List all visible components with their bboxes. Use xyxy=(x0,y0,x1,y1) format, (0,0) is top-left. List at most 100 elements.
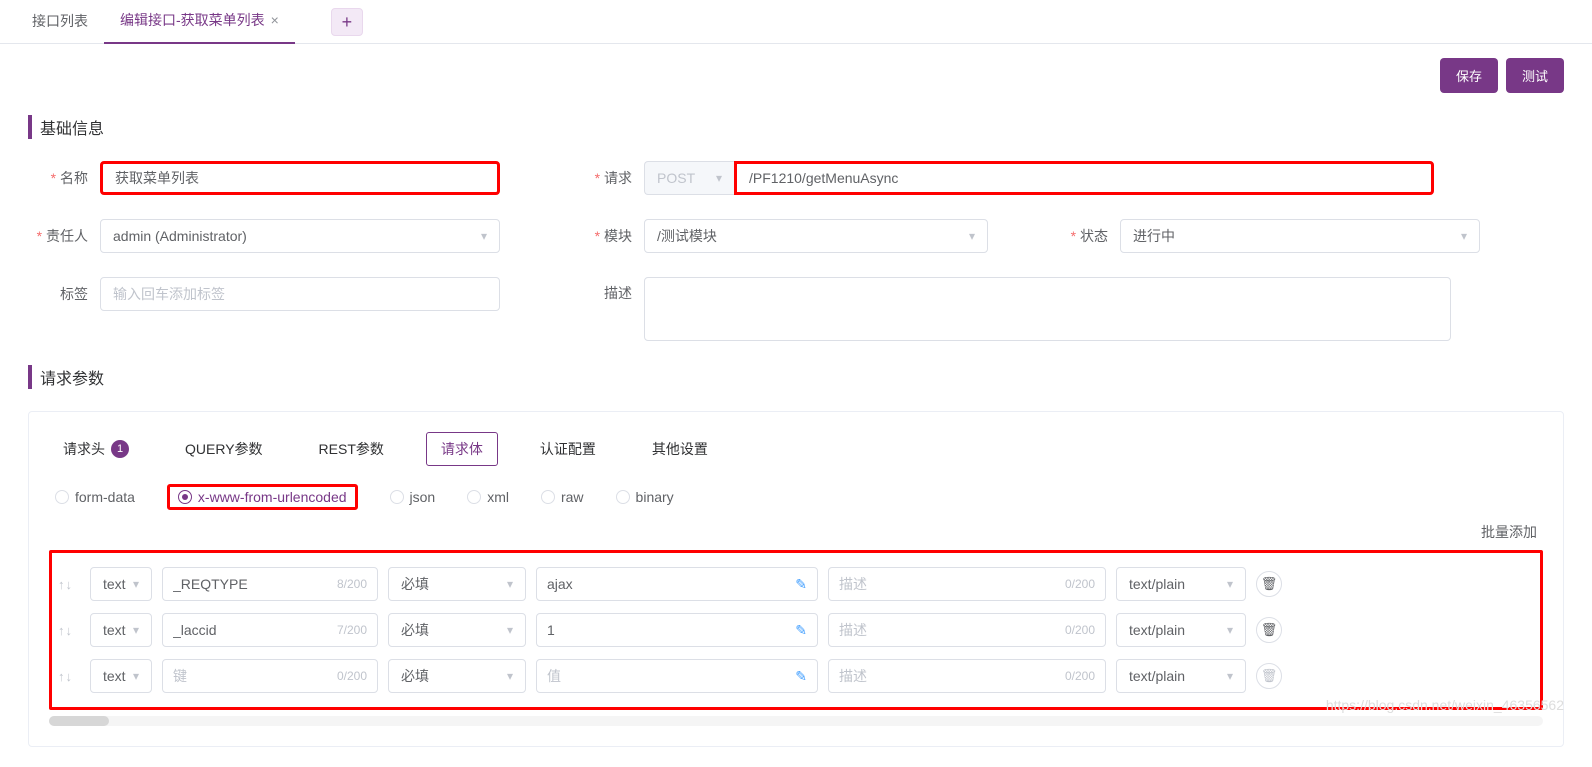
name-input[interactable] xyxy=(100,161,500,195)
module-value: /测试模块 xyxy=(657,226,717,246)
key-counter: 7/200 xyxy=(337,623,367,637)
param-desc-wrap: 0/200 xyxy=(828,659,1106,693)
save-button[interactable]: 保存 xyxy=(1440,58,1498,93)
param-desc-input[interactable] xyxy=(839,622,1065,638)
tab-edit-api[interactable]: 编辑接口-获取菜单列表 × xyxy=(104,0,295,44)
section-request-params: 请求参数 xyxy=(28,365,1564,389)
path-input[interactable] xyxy=(734,161,1434,195)
section-basic-info: 基础信息 xyxy=(28,115,1564,139)
subtab-query[interactable]: QUERY参数 xyxy=(171,433,277,465)
sort-handle[interactable]: ↑↓ xyxy=(58,577,80,592)
param-required-select[interactable]: 必填▾ xyxy=(388,659,526,693)
ct-value: text/plain xyxy=(1129,668,1185,684)
radio-xml[interactable]: xml xyxy=(467,489,509,505)
chevron-down-icon: ▾ xyxy=(507,577,513,591)
subtab-auth[interactable]: 认证配置 xyxy=(526,433,610,465)
scrollbar-thumb[interactable] xyxy=(49,716,109,726)
delete-row-button[interactable]: 🗑 xyxy=(1256,571,1282,597)
batch-add-link[interactable]: 批量添加 xyxy=(49,522,1543,550)
subtab-other[interactable]: 其他设置 xyxy=(638,433,722,465)
param-value-input[interactable] xyxy=(547,622,789,638)
radio-circle-icon xyxy=(55,490,69,504)
param-type-select[interactable]: text▾ xyxy=(90,659,152,693)
label-request: 请求 xyxy=(572,168,644,188)
radio-label: x-www-from-urlencoded xyxy=(198,489,347,505)
status-value: 进行中 xyxy=(1133,226,1175,246)
body-type-radios: form-data x-www-from-urlencoded json xml… xyxy=(49,478,1543,522)
status-select[interactable]: 进行中 ▾ xyxy=(1120,219,1480,253)
param-desc-wrap: 0/200 xyxy=(828,567,1106,601)
chevron-down-icon: ▾ xyxy=(481,229,487,243)
module-select[interactable]: /测试模块 ▾ xyxy=(644,219,988,253)
chevron-down-icon: ▾ xyxy=(133,669,139,683)
delete-row-button[interactable]: 🗑 xyxy=(1256,617,1282,643)
close-icon[interactable]: × xyxy=(271,12,279,28)
param-required-select[interactable]: 必填▾ xyxy=(388,613,526,647)
top-tabs: 接口列表 编辑接口-获取菜单列表 × + xyxy=(0,0,1592,44)
param-key-input[interactable] xyxy=(173,622,337,638)
subtab-label: 请求头 xyxy=(63,439,105,459)
content-type-select[interactable]: text/plain ▾ xyxy=(1116,659,1246,693)
method-value: POST xyxy=(657,170,695,186)
owner-value: admin (Administrator) xyxy=(113,228,247,244)
desc-counter: 0/200 xyxy=(1065,669,1095,683)
key-counter: 0/200 xyxy=(337,669,367,683)
content-type-select[interactable]: text/plain▾ xyxy=(1116,613,1246,647)
subtab-rest[interactable]: REST参数 xyxy=(305,433,398,465)
tab-label: 接口列表 xyxy=(32,11,88,31)
required-value: 必填 xyxy=(401,666,429,686)
param-row: ↑↓text▾8/200必填▾✎0/200text/plain▾🗑 xyxy=(58,561,1534,607)
tab-api-list[interactable]: 接口列表 xyxy=(16,1,104,43)
add-tab-button[interactable]: + xyxy=(331,8,363,36)
param-value-wrap: ✎ xyxy=(536,613,818,647)
param-key-wrap: 8/200 xyxy=(162,567,378,601)
radio-urlencoded[interactable]: x-www-from-urlencoded xyxy=(178,489,347,505)
edit-icon[interactable]: ✎ xyxy=(789,622,807,639)
subtab-headers[interactable]: 请求头 1 xyxy=(49,433,143,465)
scrollbar[interactable] xyxy=(49,716,1543,726)
param-value-wrap: ✎ xyxy=(536,567,818,601)
chevron-down-icon: ▾ xyxy=(716,171,722,185)
radio-label: binary xyxy=(636,489,674,505)
desc-counter: 0/200 xyxy=(1065,577,1095,591)
method-select[interactable]: POST ▾ xyxy=(644,161,734,195)
radio-binary[interactable]: binary xyxy=(616,489,674,505)
param-required-select[interactable]: 必填▾ xyxy=(388,567,526,601)
type-value: text xyxy=(103,622,126,638)
radio-raw[interactable]: raw xyxy=(541,489,584,505)
owner-select[interactable]: admin (Administrator) ▾ xyxy=(100,219,500,253)
chevron-down-icon: ▾ xyxy=(1227,669,1233,683)
radio-json[interactable]: json xyxy=(390,489,436,505)
key-counter: 8/200 xyxy=(337,577,367,591)
param-key-wrap: 0/200 xyxy=(162,659,378,693)
param-subtabs: 请求头 1 QUERY参数 REST参数 请求体 认证配置 其他设置 xyxy=(49,422,1543,478)
param-desc-input[interactable] xyxy=(839,576,1065,592)
param-value-input[interactable] xyxy=(547,668,789,684)
param-type-select[interactable]: text ▾ xyxy=(90,613,152,647)
header-count-badge: 1 xyxy=(111,440,129,458)
param-key-wrap: 7/200 xyxy=(162,613,378,647)
edit-icon[interactable]: ✎ xyxy=(789,668,807,685)
param-desc-input[interactable] xyxy=(839,668,1065,684)
radio-formdata[interactable]: form-data xyxy=(55,489,135,505)
param-key-input[interactable] xyxy=(173,576,337,592)
edit-icon[interactable]: ✎ xyxy=(789,576,807,593)
param-row: ↑↓text▾0/200必填▾✎0/200text/plain▾🗑 xyxy=(58,653,1534,699)
tags-input[interactable] xyxy=(100,277,500,311)
desc-counter: 0/200 xyxy=(1065,623,1095,637)
ct-value: text/plain xyxy=(1129,576,1185,592)
param-type-select[interactable]: text▾ xyxy=(90,567,152,601)
chevron-down-icon: ▾ xyxy=(969,229,975,243)
content-type-select[interactable]: text/plain▾ xyxy=(1116,567,1246,601)
subtab-body[interactable]: 请求体 xyxy=(426,432,498,466)
test-button[interactable]: 测试 xyxy=(1506,58,1564,93)
desc-textarea[interactable] xyxy=(644,277,1451,341)
sort-handle[interactable]: ↑↓ xyxy=(58,669,80,684)
chevron-down-icon: ▾ xyxy=(133,577,139,591)
sort-handle[interactable]: ↑↓ xyxy=(58,623,80,638)
chevron-down-icon: ▾ xyxy=(133,623,139,637)
tab-label: 编辑接口-获取菜单列表 xyxy=(120,10,265,30)
param-key-input[interactable] xyxy=(173,668,337,684)
param-value-input[interactable] xyxy=(547,576,789,592)
label-owner: 责任人 xyxy=(28,226,100,246)
